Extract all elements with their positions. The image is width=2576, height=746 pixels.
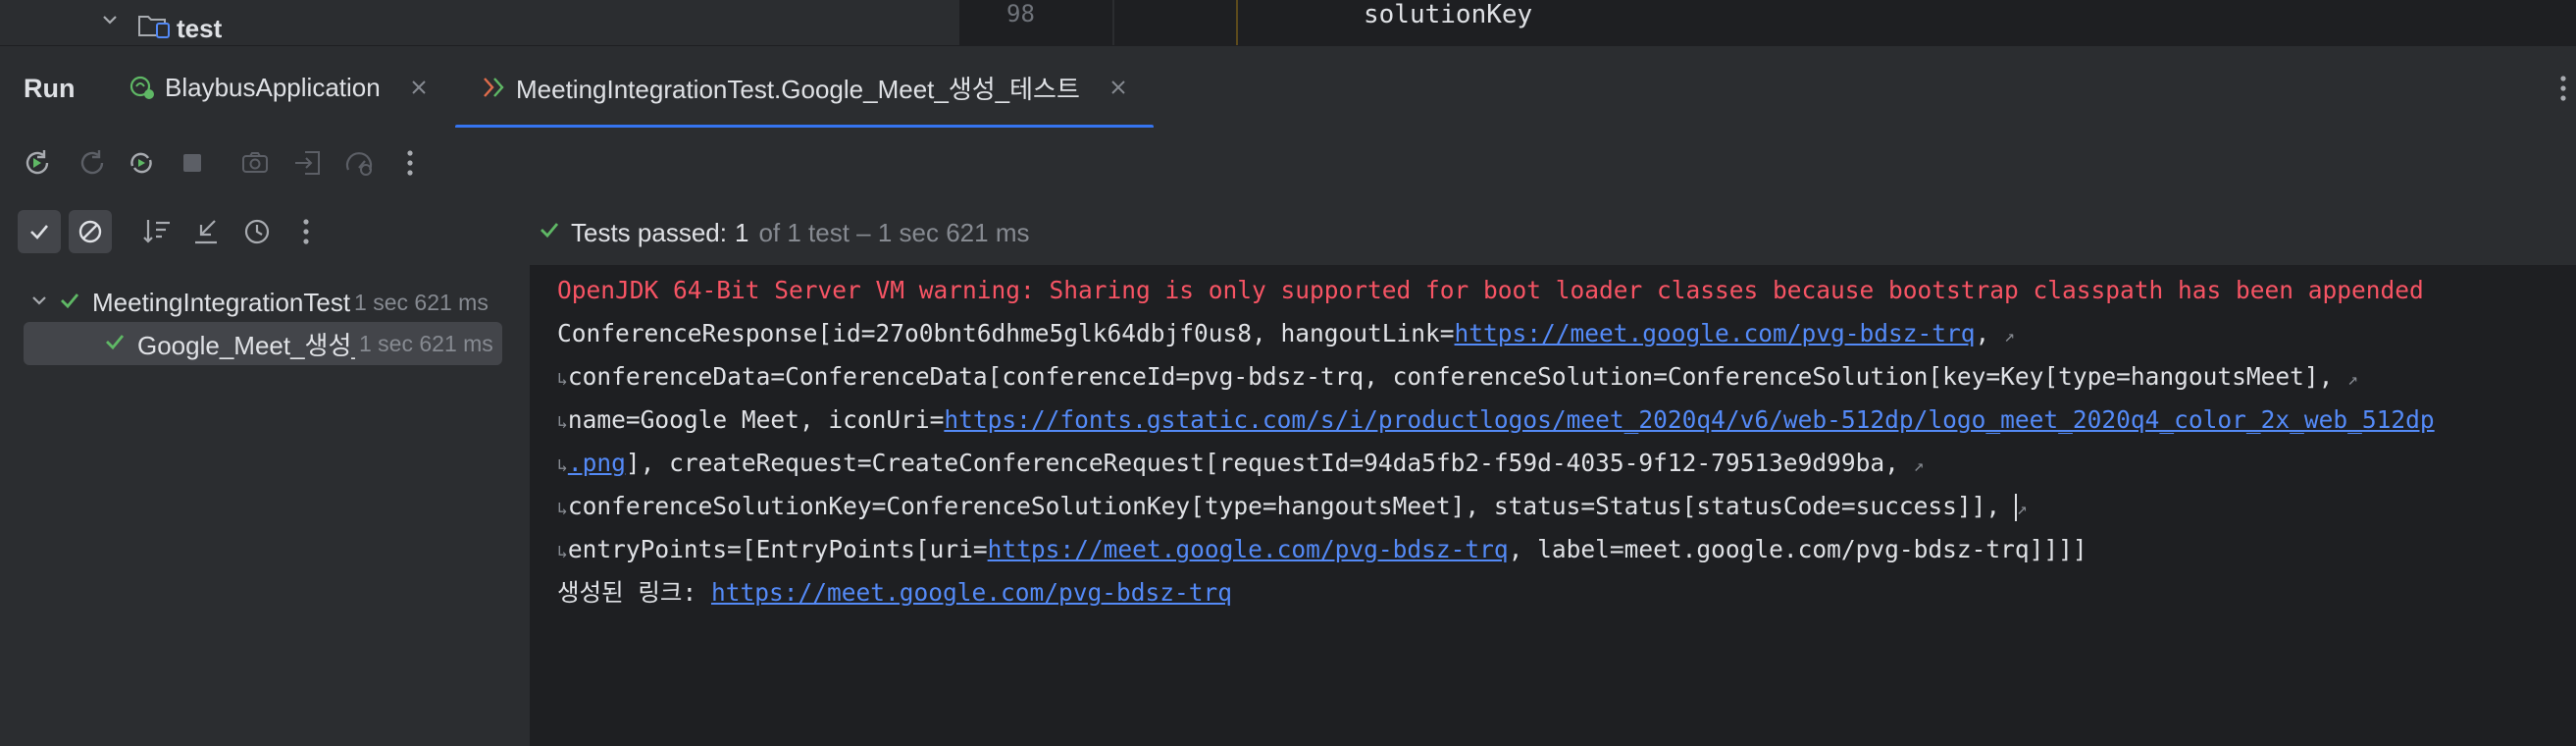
console-text: ConferenceResponse[id=27o0bnt6dhme5glk64…: [557, 319, 1455, 347]
show-passed-toggle[interactable]: [18, 210, 61, 253]
console-warning-line: OpenJDK 64-Bit Server VM warning: Sharin…: [557, 276, 2424, 304]
soft-wrap-icon: ↗: [2004, 326, 2015, 346]
chevron-down-icon[interactable]: [29, 291, 49, 315]
test-duration: 1 sec 621 ms: [354, 289, 489, 315]
console-output[interactable]: OpenJDK 64-Bit Server VM warning: Sharin…: [532, 265, 2576, 746]
icon-uri-link[interactable]: .png: [568, 449, 626, 477]
tab-meeting-integration-test[interactable]: MeetingIntegrationTest.Google_Meet_생성_테스…: [479, 46, 1129, 129]
soft-wrap-icon: ↗: [1913, 455, 1925, 476]
show-ignored-toggle[interactable]: [69, 210, 112, 253]
soft-wrap-icon: ↳: [557, 369, 568, 390]
test-folder-icon: [137, 12, 171, 39]
console-line: ↳entryPoints=[EntryPoints[uri=https://me…: [557, 528, 2087, 571]
tests-summary: of 1 test – 1 sec 621 ms: [758, 217, 1030, 247]
test-tree-node[interactable]: MeetingIntegrationTest 1 sec 621 ms: [0, 281, 530, 324]
console-line: 생성된 링크: https://meet.google.com/pvg-bdsz…: [557, 571, 1232, 614]
console-text: conferenceData=ConferenceData[conference…: [567, 362, 2334, 391]
test-class-name: MeetingIntegrationTest: [92, 287, 351, 317]
check-icon: [538, 218, 561, 248]
tests-passed-label: Tests passed:: [571, 217, 727, 247]
console-text: ], createRequest=CreateConferenceRequest…: [625, 449, 1899, 477]
tab-label: MeetingIntegrationTest.Google_Meet_생성_테스…: [516, 74, 1080, 104]
console-line: ↳.png], createRequest=CreateConferenceRe…: [557, 442, 1925, 485]
console-text: name=Google Meet, iconUri=: [567, 405, 945, 434]
editor-code-line[interactable]: solutionKey: [1364, 0, 1532, 29]
console-text: entryPoints=[EntryPoints[uri=: [567, 535, 988, 563]
soft-wrap-icon: ↳: [557, 542, 568, 562]
console-line: ↳conferenceSolutionKey=ConferenceSolutio…: [557, 485, 2028, 528]
soft-wrap-icon: ↗: [2347, 369, 2358, 390]
test-duration: 1 sec 621 ms: [359, 330, 493, 356]
project-tree-row[interactable]: test: [0, 0, 959, 45]
entry-point-link[interactable]: https://meet.google.com/pvg-bdsz-trq: [988, 535, 1509, 563]
console-text: conferenceSolutionKey=ConferenceSolution…: [567, 492, 2001, 520]
spring-app-icon: [128, 73, 157, 102]
test-toolbar: Tests passed: 1 of 1 test – 1 sec 621 ms: [0, 200, 2576, 265]
console-line: ↳name=Google Meet, iconUri=https://fonts…: [557, 399, 2435, 442]
gutter-separator: [1112, 0, 1114, 45]
console-text: 생성된 링크:: [557, 578, 711, 607]
generated-link[interactable]: https://meet.google.com/pvg-bdsz-trq: [711, 578, 1232, 607]
close-icon[interactable]: [408, 77, 430, 98]
camera-icon[interactable]: [235, 143, 275, 183]
test-passed-icon: [104, 331, 126, 357]
more-actions-icon[interactable]: [286, 212, 326, 251]
rerun-icon[interactable]: [18, 143, 57, 183]
test-passed-icon: [59, 290, 80, 316]
test-tree-node-selected[interactable]: Google_Meet_생성_테스트 1 sec 621 ms: [24, 322, 502, 365]
more-actions-icon[interactable]: [390, 143, 430, 183]
more-options-icon[interactable]: [2558, 74, 2568, 103]
sort-icon[interactable]: [137, 212, 177, 251]
test-results-tree: MeetingIntegrationTest 1 sec 621 ms Goog…: [0, 265, 530, 746]
soft-wrap-icon: ↳: [557, 499, 568, 519]
soft-wrap-icon: ↗: [2016, 499, 2028, 519]
run-toolbar: [0, 128, 2576, 200]
soft-wrap-icon: ↳: [557, 412, 568, 433]
hangout-link[interactable]: https://meet.google.com/pvg-bdsz-trq: [1455, 319, 1976, 347]
test-method-name: Google_Meet_생성_테스트: [137, 330, 355, 360]
chevron-down-icon[interactable]: [100, 10, 120, 29]
run-panel-title: Run: [24, 74, 76, 103]
console-text: ,: [1975, 319, 1990, 347]
rerun-failed-icon[interactable]: [73, 143, 112, 183]
history-icon[interactable]: [237, 212, 277, 251]
project-tree-folder-label: test: [177, 14, 223, 43]
tab-blaybus-application[interactable]: BlaybusApplication: [128, 46, 430, 129]
editor-line-number: 98: [1006, 0, 1035, 27]
toggle-auto-test-icon[interactable]: [122, 143, 161, 183]
indent-guide: [1236, 0, 1238, 45]
close-icon[interactable]: [1108, 77, 1129, 98]
test-status-bar: Tests passed: 1 of 1 test – 1 sec 621 ms: [538, 210, 1030, 255]
run-tool-window-header: Run BlaybusApplication MeetingIntegratio…: [0, 45, 2576, 129]
editor-area[interactable]: 98 solutionKey: [959, 0, 2576, 45]
soft-wrap-icon: ↳: [557, 455, 568, 476]
console-line: ConferenceResponse[id=27o0bnt6dhme5glk64…: [557, 312, 2015, 355]
test-run-icon: [479, 73, 508, 102]
tests-passed-count: 1: [734, 217, 749, 247]
console-line: ↳conferenceData=ConferenceData[conferenc…: [557, 355, 2358, 399]
stop-icon[interactable]: [173, 143, 212, 183]
coverage-icon[interactable]: [339, 143, 379, 183]
import-icon[interactable]: [288, 143, 328, 183]
tab-label: BlaybusApplication: [165, 72, 381, 102]
collapse-all-icon[interactable]: [186, 212, 226, 251]
console-text: , label=meet.google.com/pvg-bdsz-trq]]]]: [1508, 535, 2087, 563]
icon-uri-link[interactable]: https://fonts.gstatic.com/s/i/productlog…: [944, 405, 2434, 434]
